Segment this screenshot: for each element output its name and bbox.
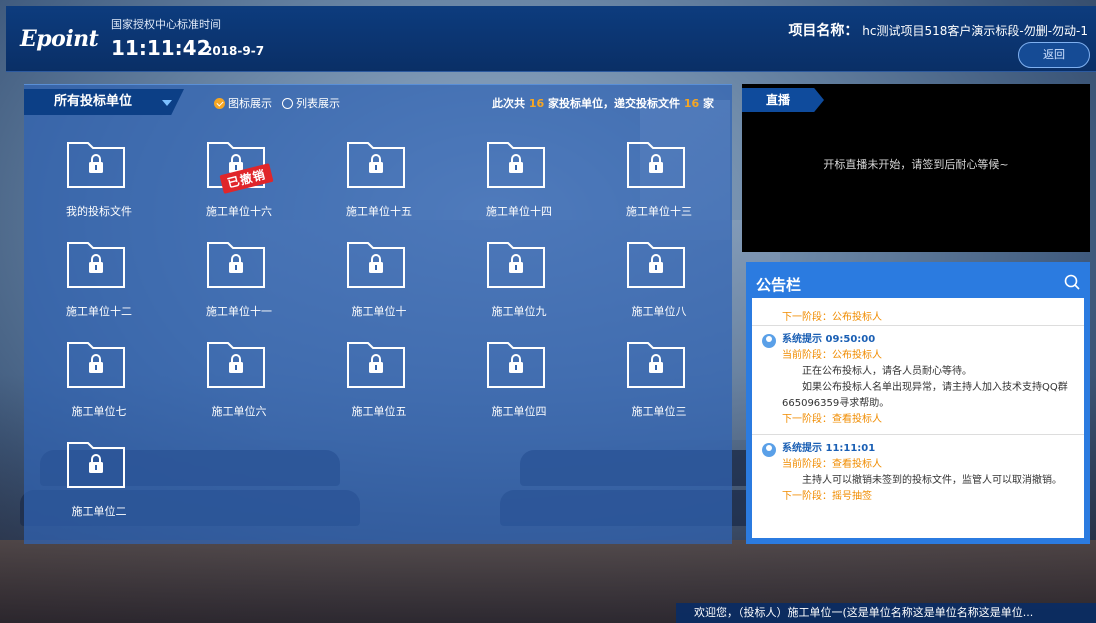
bulletin-item: 系统提示 11:11:01 当前阶段：查看投标人 主持人可以撤销未签到的投标文件… (752, 435, 1084, 511)
folder-label: 施工单位十二 (66, 305, 132, 318)
locked-folder-icon (67, 242, 125, 288)
search-icon[interactable] (1064, 274, 1080, 294)
bid-summary: 此次共 16 家投标单位，递交投标文件 16 家 (492, 95, 714, 111)
bulletin-item-stage: 当前阶段：查看投标人 (782, 459, 882, 470)
bidder-folder[interactable]: 施工单位三 (599, 337, 719, 425)
folder-label: 施工单位十四 (486, 205, 552, 218)
bulletin-title: 公告栏 (756, 276, 802, 294)
folder-label: 施工单位七 (71, 405, 127, 418)
bidder-folder[interactable]: 施工单位十二 (39, 237, 159, 325)
locked-folder-icon (487, 342, 545, 388)
bidder-folder[interactable]: 施工单位十三 (599, 137, 719, 225)
back-button[interactable]: 返回 (1018, 42, 1090, 68)
time-label: 国家授权中心标准时间 (111, 18, 221, 31)
locked-folder-icon (207, 242, 265, 288)
project-label: 项目名称： (788, 23, 859, 39)
clock: 11:11:42 (111, 36, 211, 60)
bidder-folder[interactable]: 施工单位十五 (319, 137, 439, 225)
folder-label: 施工单位十一 (206, 305, 272, 318)
project-name: hc测试项目518客户演示标段-勿删-勿动-1 (862, 24, 1088, 38)
bulletin-item-text: 如果公布投标人名单出现异常，请主持人加入技术支持QQ群665096359寻求帮助… (782, 382, 1068, 409)
bidder-folder[interactable]: 施工单位九 (459, 237, 579, 325)
bidder-folder[interactable]: 施工单位二 (39, 437, 159, 525)
locked-folder-icon (207, 342, 265, 388)
bulletin-item-head: 系统提示 11:11:01 (782, 443, 876, 454)
locked-folder-icon (67, 142, 125, 188)
bidder-panel: 所有投标单位 图标展示 列表展示 此次共 16 家投标单位，递交投标文件 16 … (24, 84, 732, 544)
summary-post: 家 (703, 97, 714, 110)
live-message: 开标直播未开始，请签到后耐心等候~ (823, 158, 1009, 171)
folder-label: 施工单位十六 (206, 205, 272, 218)
folder-label: 施工单位十 (351, 305, 407, 318)
bulletin-item-text: 主持人可以撤销未签到的投标文件，监管人可以取消撤销。 (802, 475, 1062, 486)
summary-pre: 此次共 (492, 97, 525, 110)
bidder-folder[interactable]: 施工单位十一 (179, 237, 299, 325)
view-list-option[interactable]: 列表展示 (282, 95, 340, 111)
unit-filter-label: 所有投标单位 (54, 94, 133, 109)
folder-label: 施工单位十三 (626, 205, 692, 218)
summary-files-count: 16 (683, 97, 700, 110)
bulletin-top-next: 下一阶段：公布投标人 (752, 298, 1084, 326)
bidder-folder[interactable]: 施工单位十四 (459, 137, 579, 225)
bidder-folder[interactable]: 我的投标文件 (39, 137, 159, 225)
avatar-icon (762, 443, 776, 457)
radio-checked-icon (214, 97, 225, 109)
locked-folder-icon (347, 342, 405, 388)
bulletin-board: 公告栏 下一阶段：公布投标人 系统提示 09:50:00 当前阶段：公布投标人 … (746, 262, 1090, 544)
bidder-folder[interactable]: 施工单位四 (459, 337, 579, 425)
radio-unchecked-icon (282, 97, 293, 109)
caret-down-icon (162, 100, 172, 106)
summary-units-count: 16 (528, 97, 545, 110)
bidder-folder[interactable]: 施工单位十 (319, 237, 439, 325)
avatar-icon (762, 334, 776, 348)
locked-folder-icon (347, 242, 405, 288)
view-toggle: 图标展示 列表展示 (214, 95, 340, 111)
locked-folder-icon (67, 442, 125, 488)
bidder-folder[interactable]: 施工单位八 (599, 237, 719, 325)
bulletin-item-next: 下一阶段：查看投标人 (782, 414, 882, 425)
top-header: Epoint 国家授权中心标准时间 11:11:42 2018-9-7 项目名称… (6, 6, 1096, 72)
folder-label: 施工单位二 (71, 505, 127, 518)
live-tab[interactable]: 直播 (742, 88, 824, 112)
project-info: 项目名称： hc测试项目518客户演示标段-勿删-勿动-1 (788, 20, 1088, 40)
folder-label: 我的投标文件 (66, 205, 132, 218)
folder-label: 施工单位九 (491, 305, 547, 318)
locked-folder-icon (627, 342, 685, 388)
bidder-folder[interactable]: 施工单位十六 已撤销 (179, 137, 299, 225)
bulletin-item-next: 下一阶段：摇号抽签 (782, 491, 872, 502)
locked-folder-icon (67, 342, 125, 388)
bulletin-item: 系统提示 09:50:00 当前阶段：公布投标人 正在公布投标人，请各人员耐心等… (752, 326, 1084, 435)
folder-label: 施工单位八 (631, 305, 687, 318)
view-list-label: 列表展示 (296, 97, 340, 110)
folder-label: 施工单位十五 (346, 205, 412, 218)
bulletin-item-head: 系统提示 09:50:00 (782, 334, 876, 345)
locked-folder-icon (487, 242, 545, 288)
bulletin-item-stage: 当前阶段：公布投标人 (782, 350, 882, 361)
locked-folder-icon (627, 142, 685, 188)
folder-label: 施工单位五 (351, 405, 407, 418)
view-icon-label: 图标展示 (228, 97, 272, 110)
bidder-folder[interactable]: 施工单位七 (39, 337, 159, 425)
locked-folder-icon (347, 142, 405, 188)
unit-filter-select[interactable]: 所有投标单位 (24, 89, 184, 115)
bulletin-body[interactable]: 下一阶段：公布投标人 系统提示 09:50:00 当前阶段：公布投标人 正在公布… (752, 298, 1084, 538)
locked-folder-icon (487, 142, 545, 188)
locked-folder-icon (627, 242, 685, 288)
bidder-folder[interactable]: 施工单位六 (179, 337, 299, 425)
folder-label: 施工单位四 (491, 405, 547, 418)
bulletin-item-text: 正在公布投标人，请各人员耐心等待。 (802, 366, 972, 377)
epoint-logo: Epoint (20, 26, 99, 52)
folder-label: 施工单位六 (211, 405, 267, 418)
summary-mid: 家投标单位，递交投标文件 (548, 97, 680, 110)
date: 2018-9-7 (204, 44, 265, 58)
live-panel: 直播 开标直播未开始，请签到后耐心等候~ (742, 84, 1090, 252)
bidder-folder[interactable]: 施工单位五 (319, 337, 439, 425)
welcome-ticker: 欢迎您，（投标人）施工单位一(这是单位名称这是单位名称这是单位... (676, 603, 1096, 623)
folder-label: 施工单位三 (631, 405, 687, 418)
view-icon-option[interactable]: 图标展示 (214, 95, 272, 111)
panel-toolbar: 所有投标单位 图标展示 列表展示 此次共 16 家投标单位，递交投标文件 16 … (24, 85, 732, 117)
